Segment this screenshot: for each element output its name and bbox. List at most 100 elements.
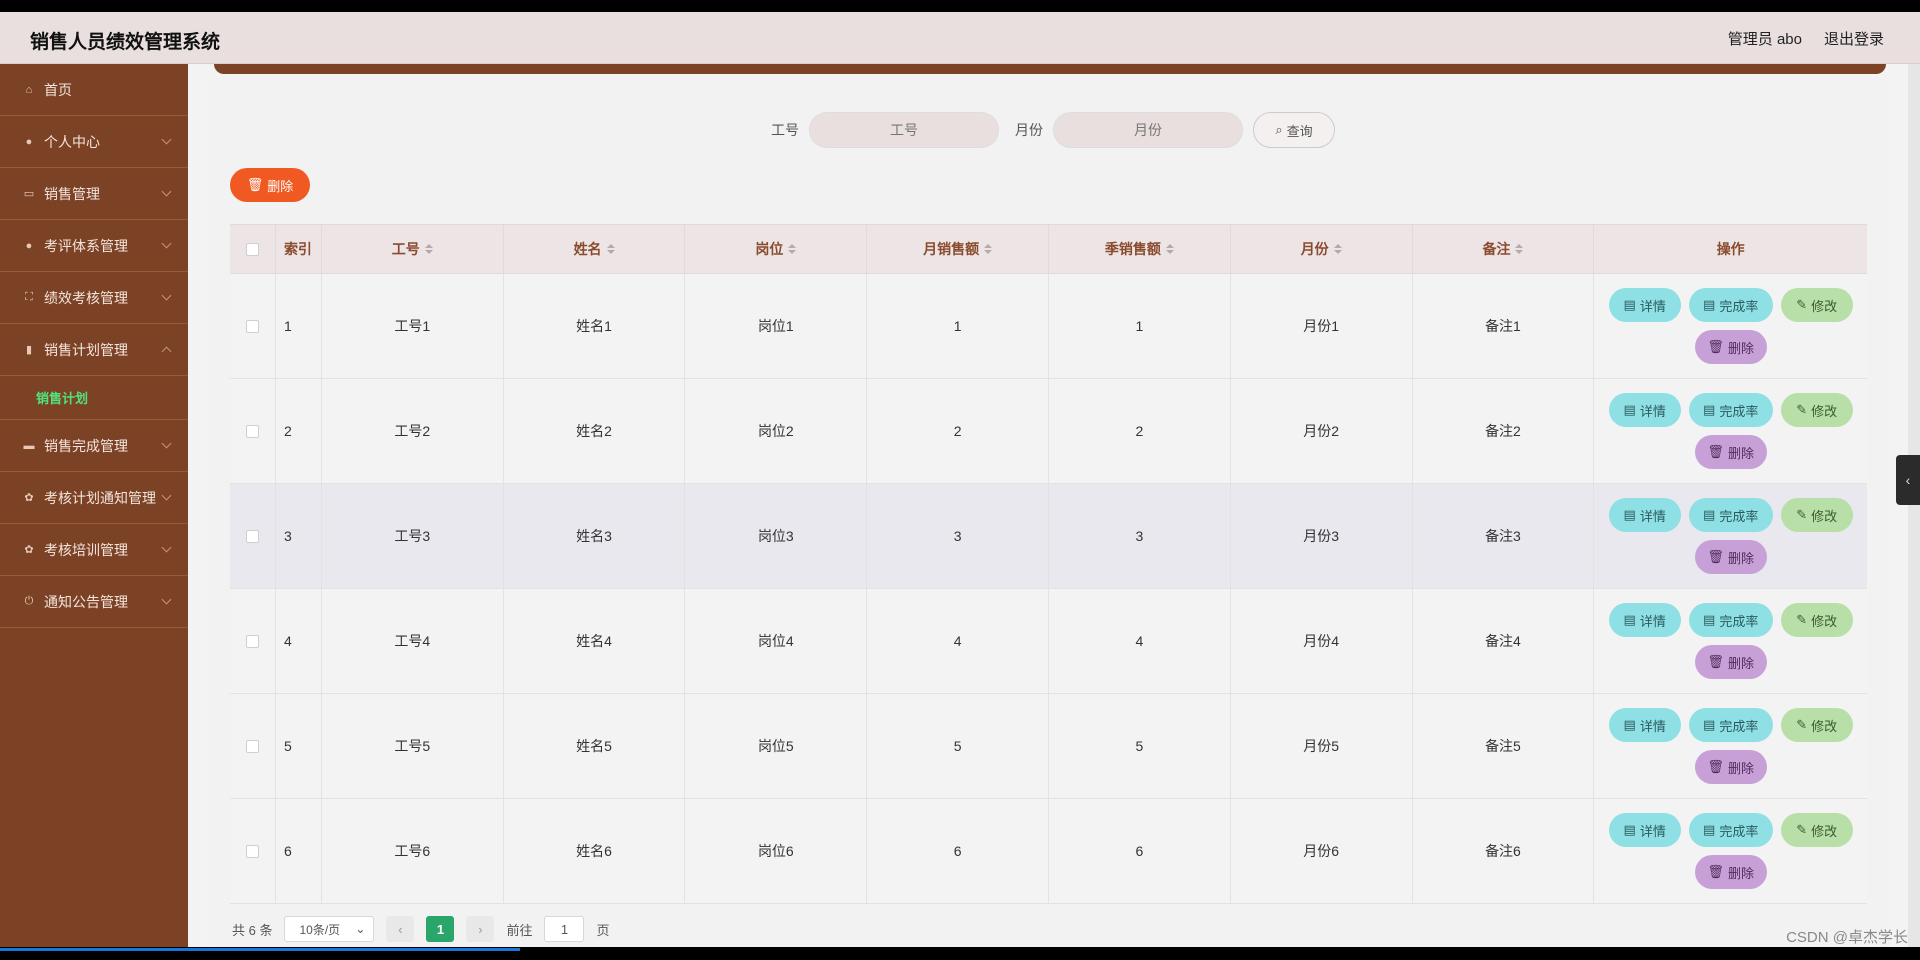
cell-monthly: 6 [867,799,1050,903]
row-select-cell [230,799,276,903]
page-scrollbar[interactable] [1908,64,1920,947]
sidebar-item-label: 考核培训管理 [44,541,128,558]
sort-icon[interactable] [1333,244,1342,254]
detail-button[interactable]: ▤ 详情 [1608,813,1681,847]
sidebar-item-2[interactable]: ▭ 销售管理 [0,168,188,220]
document-icon: ▤ [1703,717,1716,732]
completion-rate-button[interactable]: ▤ 完成率 [1688,813,1773,847]
sidebar-item-label: 绩效考核管理 [44,289,128,306]
delete-button[interactable]: 🗑 删除 [1694,750,1767,784]
sidebar-item-label: 首页 [44,81,72,98]
completion-rate-button[interactable]: ▤ 完成率 [1688,393,1773,427]
row-checkbox[interactable] [245,739,259,753]
sidebar-item-4[interactable]: ⛶ 绩效考核管理 [0,272,188,324]
select-all-checkbox[interactable] [245,242,259,256]
row-checkbox[interactable] [245,844,259,858]
sort-icon[interactable] [1165,244,1174,254]
sidebar-item-0[interactable]: ⌂ 首页 [0,64,188,116]
column-header-quarterly-sales[interactable]: 季销售额 [1049,225,1231,273]
delete-button[interactable]: 🗑 删除 [1694,435,1767,469]
delete-button[interactable]: 🗑 删除 [1694,540,1767,574]
edit-button[interactable]: ✎ 修改 [1780,603,1853,637]
sidebar-item-6[interactable]: ▬ 销售完成管理 [0,420,188,472]
completion-rate-button[interactable]: ▤ 完成率 [1688,603,1773,637]
trash-icon: 🗑 [1707,654,1724,669]
row-index: 2 [276,379,322,483]
edit-button[interactable]: ✎ 修改 [1780,393,1853,427]
sidebar: ⌂ 首页 ● 个人中心 ▭ 销售管理 ● 考评体系管理 ⛶ 绩效考核管理 ▮ 销售计划管理 销售计划 ▬ 销… [0,64,188,947]
briefcase-icon: ▬ [23,439,35,452]
document-icon: ▤ [1703,297,1716,312]
detail-button[interactable]: ▤ 详情 [1608,288,1681,322]
detail-button[interactable]: ▤ 详情 [1608,393,1681,427]
detail-button[interactable]: ▤ 详情 [1608,708,1681,742]
edit-button[interactable]: ✎ 修改 [1780,708,1853,742]
sidebar-item-9[interactable]: ⏻ 通知公告管理 [0,576,188,628]
sidebar-item-7[interactable]: ✿ 考核计划通知管理 [0,472,188,524]
main-content: 工号 月份 ⌕ 查询 🗑 删除 索引 工号 姓名 岗位 月销售额 季销售额 月份 [210,78,1890,947]
logout-link[interactable]: 退出登录 [1824,28,1884,49]
sidebar-item-label: 销售管理 [44,185,100,202]
delete-button[interactable]: 🗑 删除 [1694,855,1767,889]
id-search-input[interactable] [809,112,999,148]
edit-button[interactable]: ✎ 修改 [1780,288,1853,322]
document-icon: ▤ [1703,612,1716,627]
cell-quarterly: 1 [1049,274,1231,378]
column-header-id[interactable]: 工号 [322,225,504,273]
pencil-icon: ✎ [1796,612,1808,627]
column-header-post[interactable]: 岗位 [685,225,868,273]
search-button[interactable]: ⌕ 查询 [1253,112,1335,148]
row-checkbox[interactable] [245,634,259,648]
sidebar-item-8[interactable]: ✿ 考核培训管理 [0,524,188,576]
trash-icon: ▮ [25,344,33,356]
sort-icon[interactable] [788,244,797,254]
edit-button[interactable]: ✎ 修改 [1780,813,1853,847]
row-checkbox[interactable] [245,424,259,438]
row-select-cell [230,694,276,798]
pagination: 共 6 条 10条/页 ⌄ ‹ 1 › 前往 1 页 [232,916,610,942]
completion-rate-button[interactable]: ▤ 完成率 [1688,498,1773,532]
column-header-note[interactable]: 备注 [1413,225,1595,273]
completion-rate-button[interactable]: ▤ 完成率 [1688,708,1773,742]
cell-month: 月份1 [1231,274,1413,378]
cell-monthly: 5 [867,694,1050,798]
prev-page-button[interactable]: ‹ [386,916,415,942]
row-actions: ▤ 详情 ▤ 完成率 ✎ 修改 🗑 删除 [1594,589,1867,693]
delete-button[interactable]: 🗑 删除 [1694,645,1767,679]
completion-rate-button[interactable]: ▤ 完成率 [1688,288,1773,322]
sidebar-item-1[interactable]: ● 个人中心 [0,116,188,168]
cell-post: 岗位6 [685,799,868,903]
page-size-select[interactable]: 10条/页 ⌄ [284,916,375,942]
delete-button[interactable]: 🗑 删除 [1694,330,1767,364]
sidebar-item-5[interactable]: ▮ 销售计划管理 [0,324,188,376]
sort-icon[interactable] [606,244,615,254]
header-accent-strip [214,64,1886,74]
row-checkbox[interactable] [245,319,259,333]
next-page-button[interactable]: › [466,916,495,942]
cell-id: 工号2 [322,379,504,483]
chevron-left-icon: ‹ [398,921,403,937]
edit-button[interactable]: ✎ 修改 [1780,498,1853,532]
row-checkbox[interactable] [245,529,259,543]
column-header-name[interactable]: 姓名 [504,225,686,273]
row-actions: ▤ 详情 ▤ 完成率 ✎ 修改 🗑 删除 [1594,484,1867,588]
table-row: 3 工号3 姓名3 岗位3 3 3 月份3 备注3 ▤ 详情 ▤ 完成率 ✎ 修改 🗑 删除 [230,484,1867,589]
column-header-month[interactable]: 月份 [1231,225,1413,273]
column-header-monthly-sales[interactable]: 月销售额 [867,225,1050,273]
sort-icon[interactable] [424,244,433,254]
detail-button[interactable]: ▤ 详情 [1608,498,1681,532]
chevron-down-icon [161,490,172,501]
user-icon: ● [25,135,33,148]
goto-page-input[interactable]: 1 [544,916,585,942]
top-bar: 销售人员绩效管理系统 管理员 abo 退出登录 [0,12,1920,64]
collapse-panel-button[interactable]: ‹ [1896,455,1920,505]
sort-icon[interactable] [984,244,993,254]
page-number-current[interactable]: 1 [426,916,455,942]
month-search-input[interactable] [1053,112,1243,148]
sort-icon[interactable] [1515,244,1524,254]
sidebar-item-3[interactable]: ● 考评体系管理 [0,220,188,272]
pencil-icon: ✎ [1796,717,1808,732]
batch-delete-button[interactable]: 🗑 删除 [230,168,310,202]
detail-button[interactable]: ▤ 详情 [1608,603,1681,637]
sidebar-subitem-sales-plan[interactable]: 销售计划 [0,376,188,420]
